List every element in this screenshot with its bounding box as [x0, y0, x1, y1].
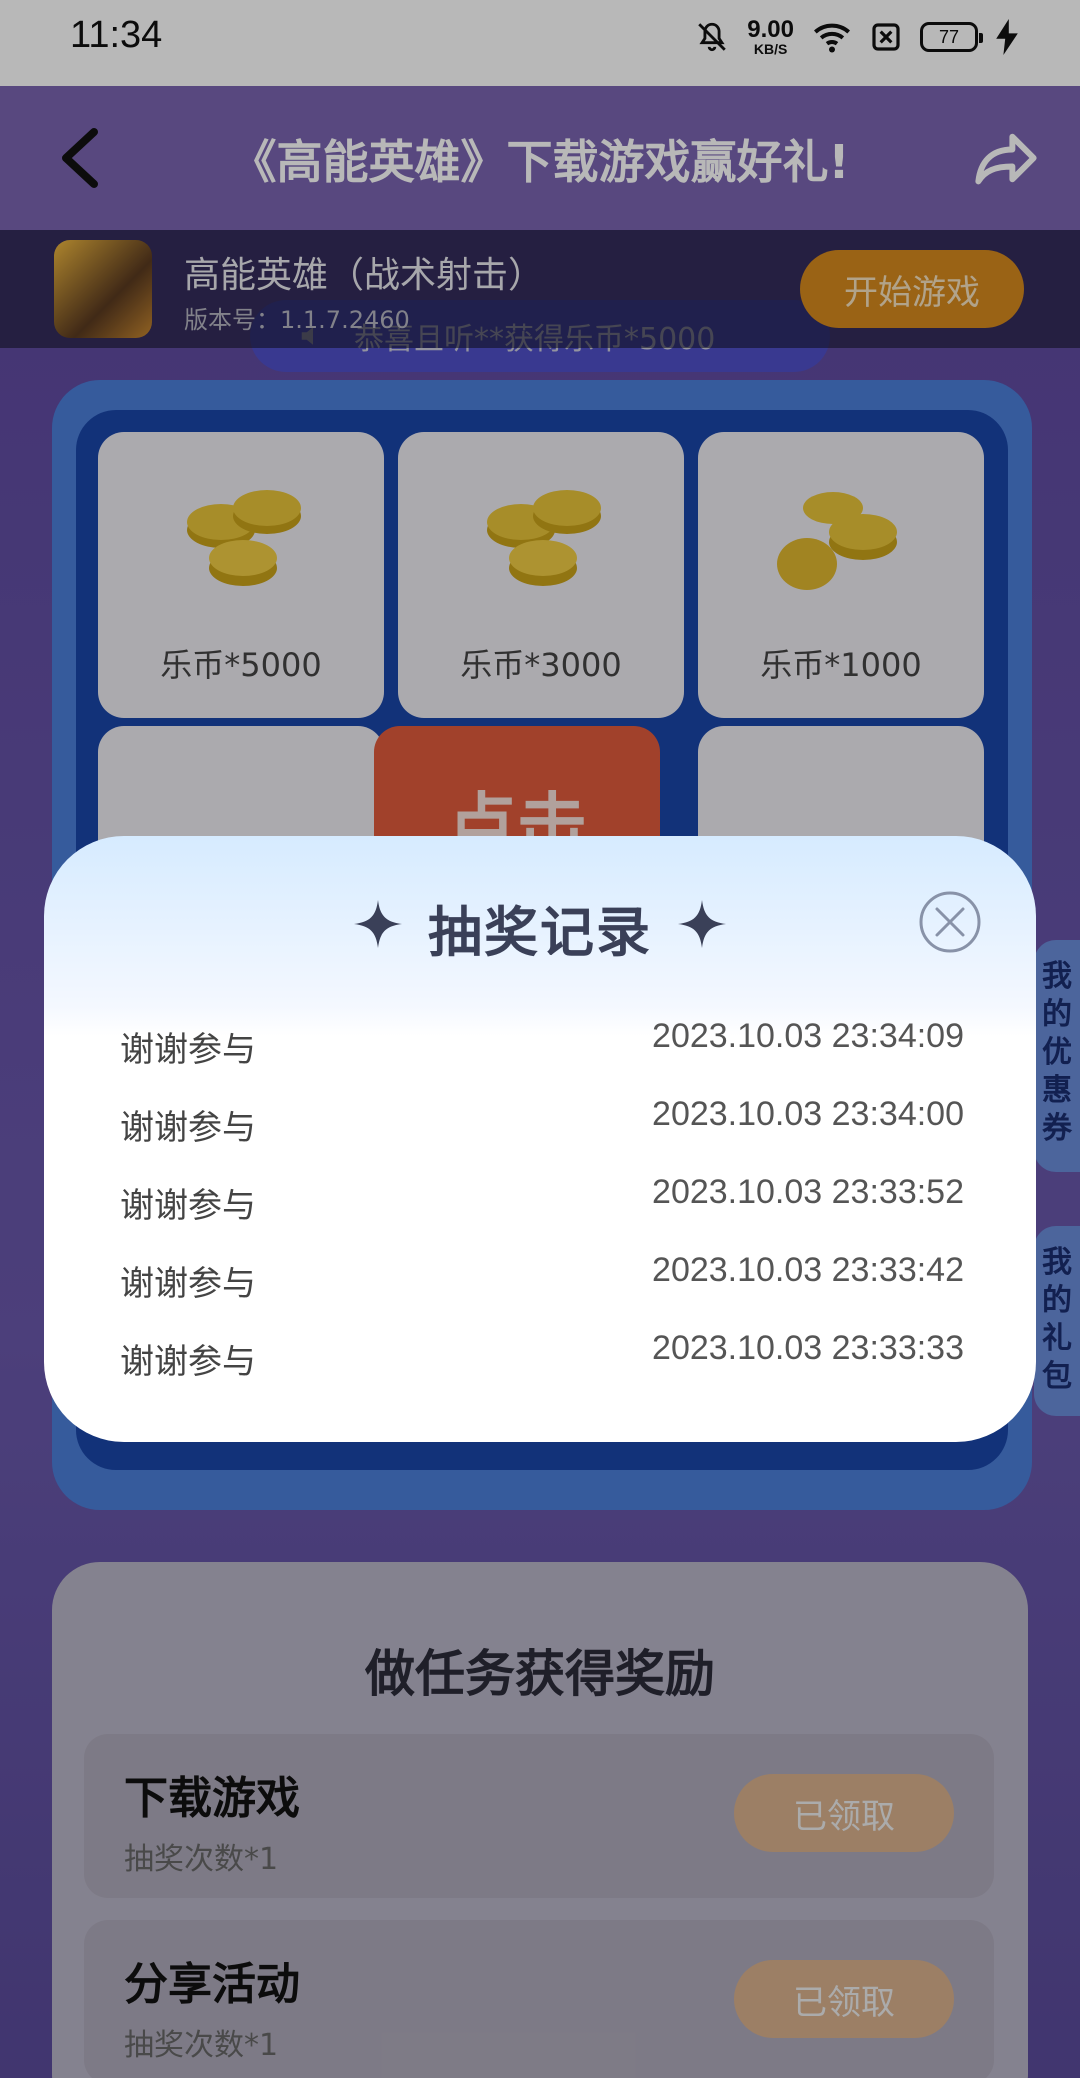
record-result: 谢谢参与	[120, 1029, 256, 1070]
lottery-record-dialog: 抽奖记录 谢谢参与 2023.10.03 23:34:09 谢谢参与 2023.…	[44, 836, 1036, 1442]
record-time: 2023.10.03 23:33:42	[652, 1250, 964, 1289]
record-time: 2023.10.03 23:34:09	[652, 1016, 964, 1055]
record-result: 谢谢参与	[120, 1107, 256, 1148]
dialog-title: 抽奖记录	[428, 901, 652, 964]
record-list: 谢谢参与 2023.10.03 23:34:09 谢谢参与 2023.10.03…	[120, 1002, 964, 1392]
record-row: 谢谢参与 2023.10.03 23:33:42	[120, 1236, 964, 1314]
record-result: 谢谢参与	[120, 1185, 256, 1226]
close-icon[interactable]	[918, 890, 982, 954]
record-result: 谢谢参与	[120, 1263, 256, 1304]
record-row: 谢谢参与 2023.10.03 23:34:09	[120, 1002, 964, 1080]
record-time: 2023.10.03 23:33:33	[652, 1328, 964, 1367]
sparkle-icon	[678, 900, 726, 948]
record-row: 谢谢参与 2023.10.03 23:33:52	[120, 1158, 964, 1236]
record-time: 2023.10.03 23:34:00	[652, 1094, 964, 1133]
record-row: 谢谢参与 2023.10.03 23:34:00	[120, 1080, 964, 1158]
record-time: 2023.10.03 23:33:52	[652, 1172, 964, 1211]
record-row: 谢谢参与 2023.10.03 23:33:33	[120, 1314, 964, 1392]
record-result: 谢谢参与	[120, 1341, 256, 1382]
